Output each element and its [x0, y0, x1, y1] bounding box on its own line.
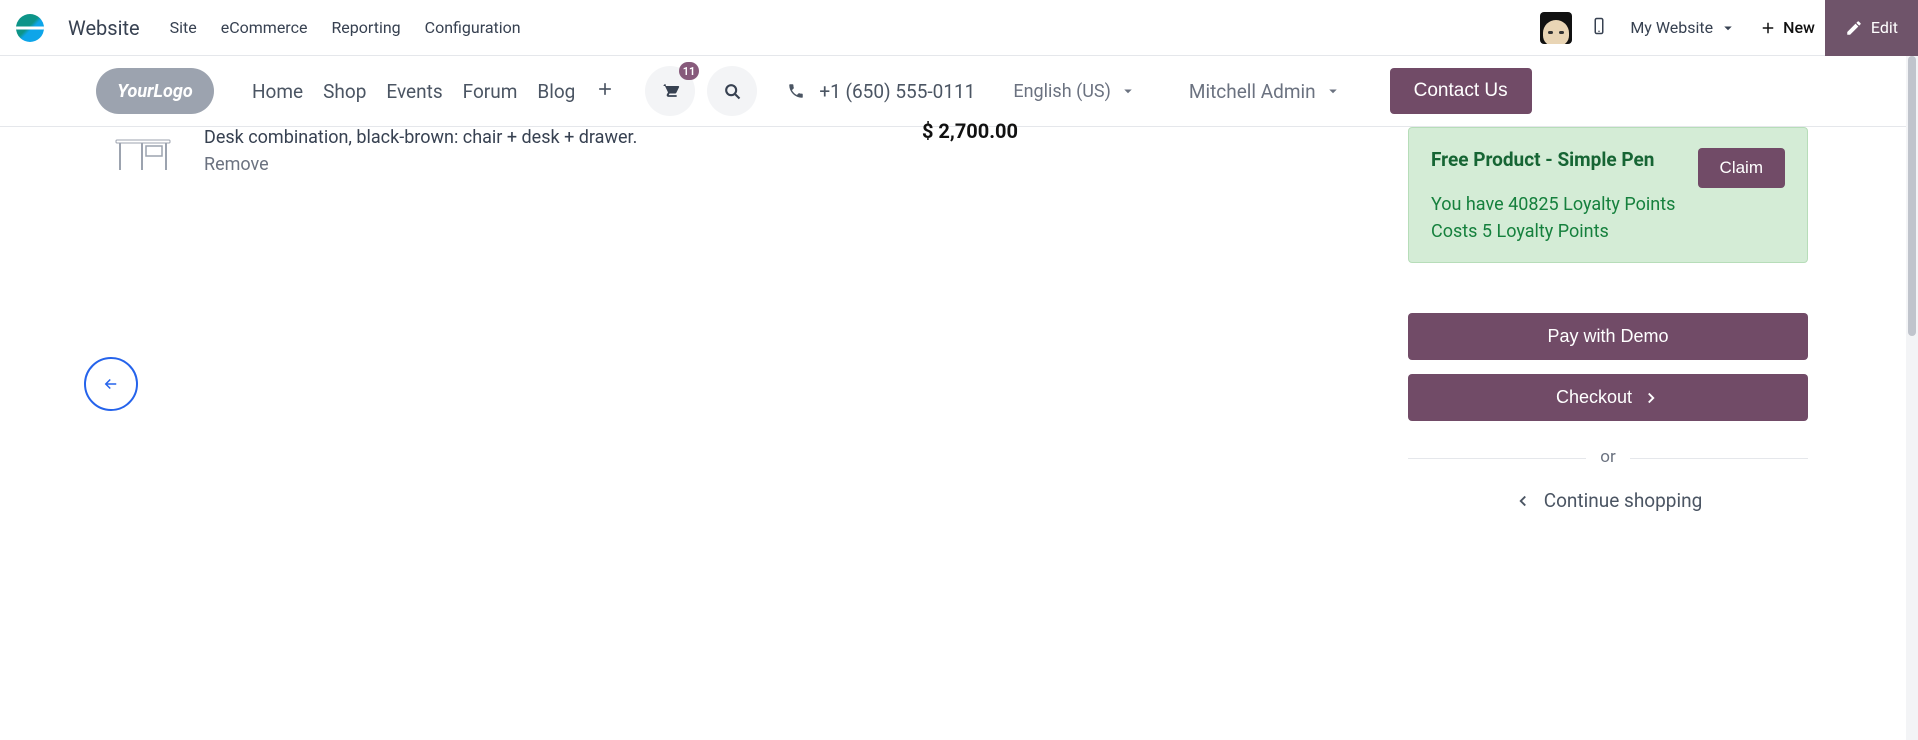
caret-down-icon	[1719, 19, 1737, 37]
user-name: Mitchell Admin	[1189, 80, 1316, 103]
new-button[interactable]: New	[1759, 18, 1815, 37]
chevron-left-icon	[1514, 492, 1532, 510]
plus-icon	[1759, 19, 1777, 37]
contact-us-label: Contact Us	[1414, 80, 1508, 101]
scrollbar[interactable]	[1906, 56, 1918, 740]
continue-shopping-label: Continue shopping	[1544, 489, 1703, 512]
user-menu[interactable]: Mitchell Admin	[1189, 80, 1342, 103]
checkout-button[interactable]: Checkout	[1408, 374, 1808, 421]
product-price: $ 2,700.00	[922, 119, 1018, 143]
cart-button[interactable]: 11	[645, 66, 695, 116]
avatar[interactable]	[1540, 12, 1572, 44]
nav-add-icon[interactable]	[595, 79, 615, 104]
nav-events[interactable]: Events	[386, 80, 442, 103]
product-thumbnail	[104, 127, 182, 179]
promo-points-cost: Costs 5 Loyalty Points	[1431, 221, 1785, 242]
chevron-right-icon	[1642, 389, 1660, 407]
site-nav: Home Shop Events Forum Blog	[252, 79, 615, 104]
contact-us-button[interactable]: Contact Us	[1390, 68, 1532, 114]
claim-button[interactable]: Claim	[1698, 148, 1785, 188]
product-description: Desk combination, black-brown: chair + d…	[204, 127, 900, 148]
admin-menu-configuration[interactable]: Configuration	[425, 18, 521, 37]
promo-points-have: You have 40825 Loyalty Points	[1431, 194, 1785, 215]
site-logo[interactable]: YourLogo	[96, 68, 214, 114]
edit-button[interactable]: Edit	[1825, 0, 1918, 56]
checkout-button-label: Checkout	[1556, 387, 1632, 408]
or-label: or	[1586, 447, 1629, 467]
cart-line: Desk combination, black-brown: chair + d…	[96, 127, 1026, 179]
phone-block: +1 (650) 555-0111	[787, 80, 975, 103]
app-logo-icon	[16, 14, 44, 42]
search-icon	[722, 81, 742, 101]
site-logo-text: YourLogo	[117, 81, 192, 102]
pay-button-label: Pay with Demo	[1547, 326, 1668, 347]
floating-back-button[interactable]	[84, 357, 138, 411]
phone-number: +1 (650) 555-0111	[819, 80, 975, 103]
cart-icon	[660, 81, 680, 101]
cart-badge: 11	[679, 62, 700, 80]
website-switcher-label: My Website	[1630, 18, 1713, 37]
new-button-label: New	[1783, 18, 1815, 37]
language-label: English (US)	[1013, 81, 1111, 102]
nav-home[interactable]: Home	[252, 80, 303, 103]
claim-button-label: Claim	[1720, 158, 1763, 177]
phone-icon	[787, 82, 805, 100]
nav-forum[interactable]: Forum	[463, 80, 518, 103]
nav-blog[interactable]: Blog	[537, 80, 575, 103]
site-header: YourLogo Home Shop Events Forum Blog 11 …	[0, 56, 1918, 127]
admin-menu: Site eCommerce Reporting Configuration	[170, 18, 521, 37]
caret-down-icon	[1324, 82, 1342, 100]
website-switcher[interactable]: My Website	[1630, 18, 1737, 37]
loyalty-promo-card: Free Product - Simple Pen Claim You have…	[1408, 127, 1808, 263]
remove-link[interactable]: Remove	[204, 154, 269, 175]
language-switcher[interactable]: English (US)	[1013, 81, 1137, 102]
scrollbar-thumb[interactable]	[1908, 56, 1916, 336]
edit-button-label: Edit	[1871, 18, 1898, 37]
pencil-icon	[1845, 19, 1863, 37]
app-name: Website	[68, 16, 140, 40]
pay-button[interactable]: Pay with Demo	[1408, 313, 1808, 360]
admin-menu-ecommerce[interactable]: eCommerce	[221, 18, 308, 37]
nav-shop[interactable]: Shop	[323, 80, 366, 103]
admin-menu-site[interactable]: Site	[170, 18, 197, 37]
search-button[interactable]	[707, 66, 757, 116]
continue-shopping-link[interactable]: Continue shopping	[1408, 489, 1808, 512]
promo-title: Free Product - Simple Pen	[1431, 148, 1654, 171]
admin-menu-reporting[interactable]: Reporting	[331, 18, 400, 37]
caret-down-icon	[1119, 82, 1137, 100]
admin-bar: Website Site eCommerce Reporting Configu…	[0, 0, 1918, 56]
mobile-preview-icon[interactable]	[1590, 17, 1608, 39]
or-divider: or	[1408, 447, 1808, 467]
desk-icon	[112, 132, 174, 174]
main-content: Desk combination, black-brown: chair + d…	[0, 127, 1918, 179]
order-summary-panel: Free Product - Simple Pen Claim You have…	[1408, 127, 1808, 512]
arrow-left-icon	[102, 375, 120, 393]
